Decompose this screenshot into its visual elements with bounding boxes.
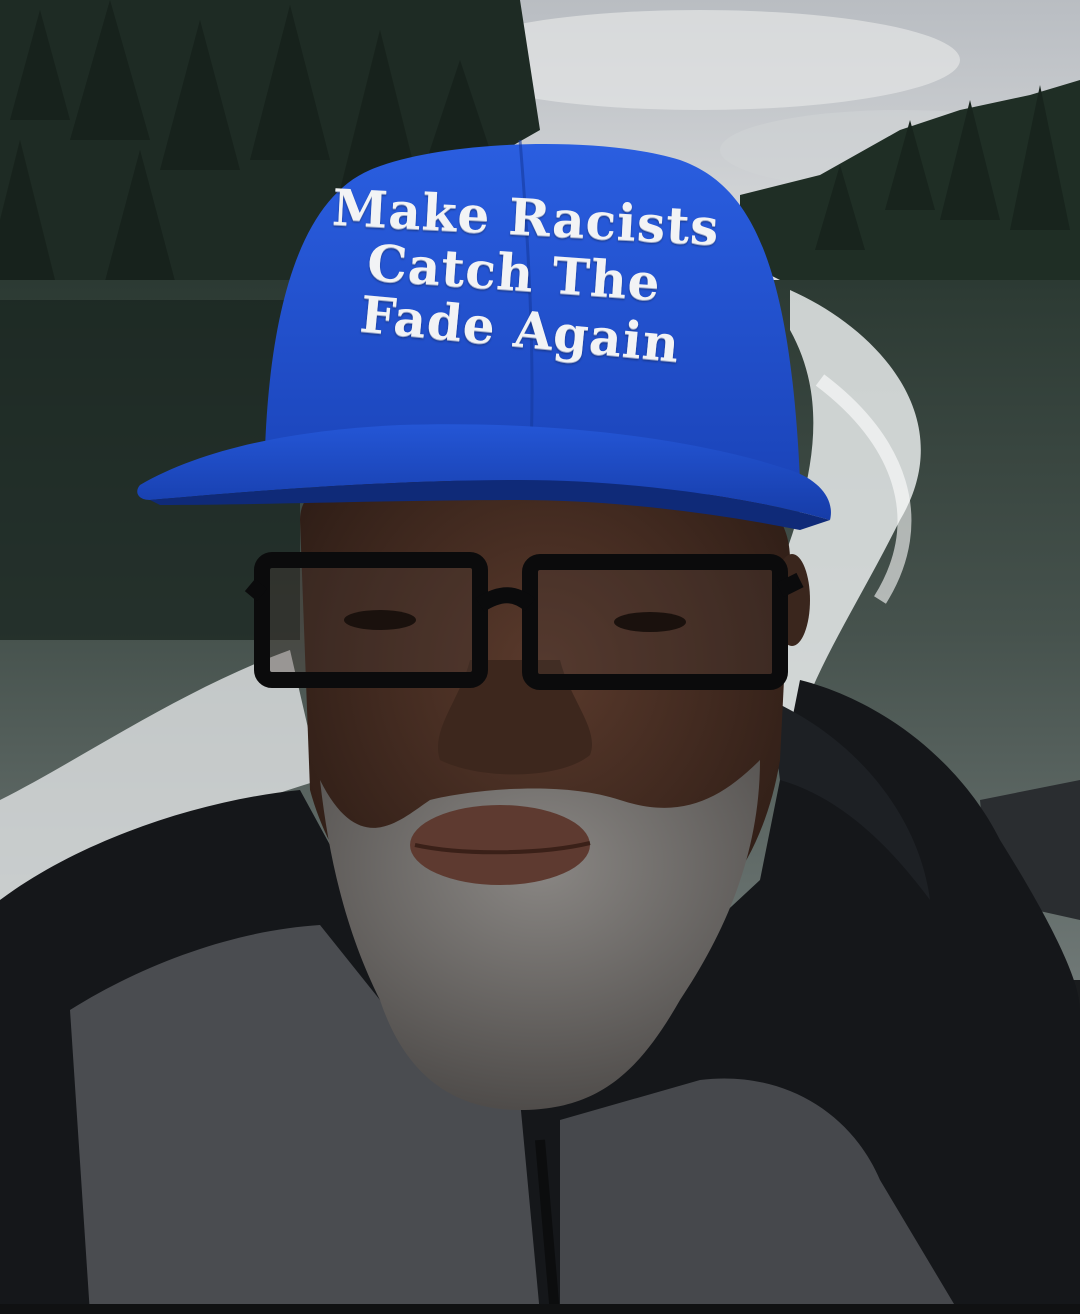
glasses <box>244 552 804 690</box>
lips <box>410 805 590 885</box>
bottom-border <box>0 1304 1080 1314</box>
selfie-photo: Make Racists Catch The Fade Again <box>0 0 1080 1314</box>
eye-left <box>344 610 416 630</box>
cap-slogan-text: Make Racists Catch The Fade Again <box>313 176 744 374</box>
eye-right <box>614 612 686 632</box>
